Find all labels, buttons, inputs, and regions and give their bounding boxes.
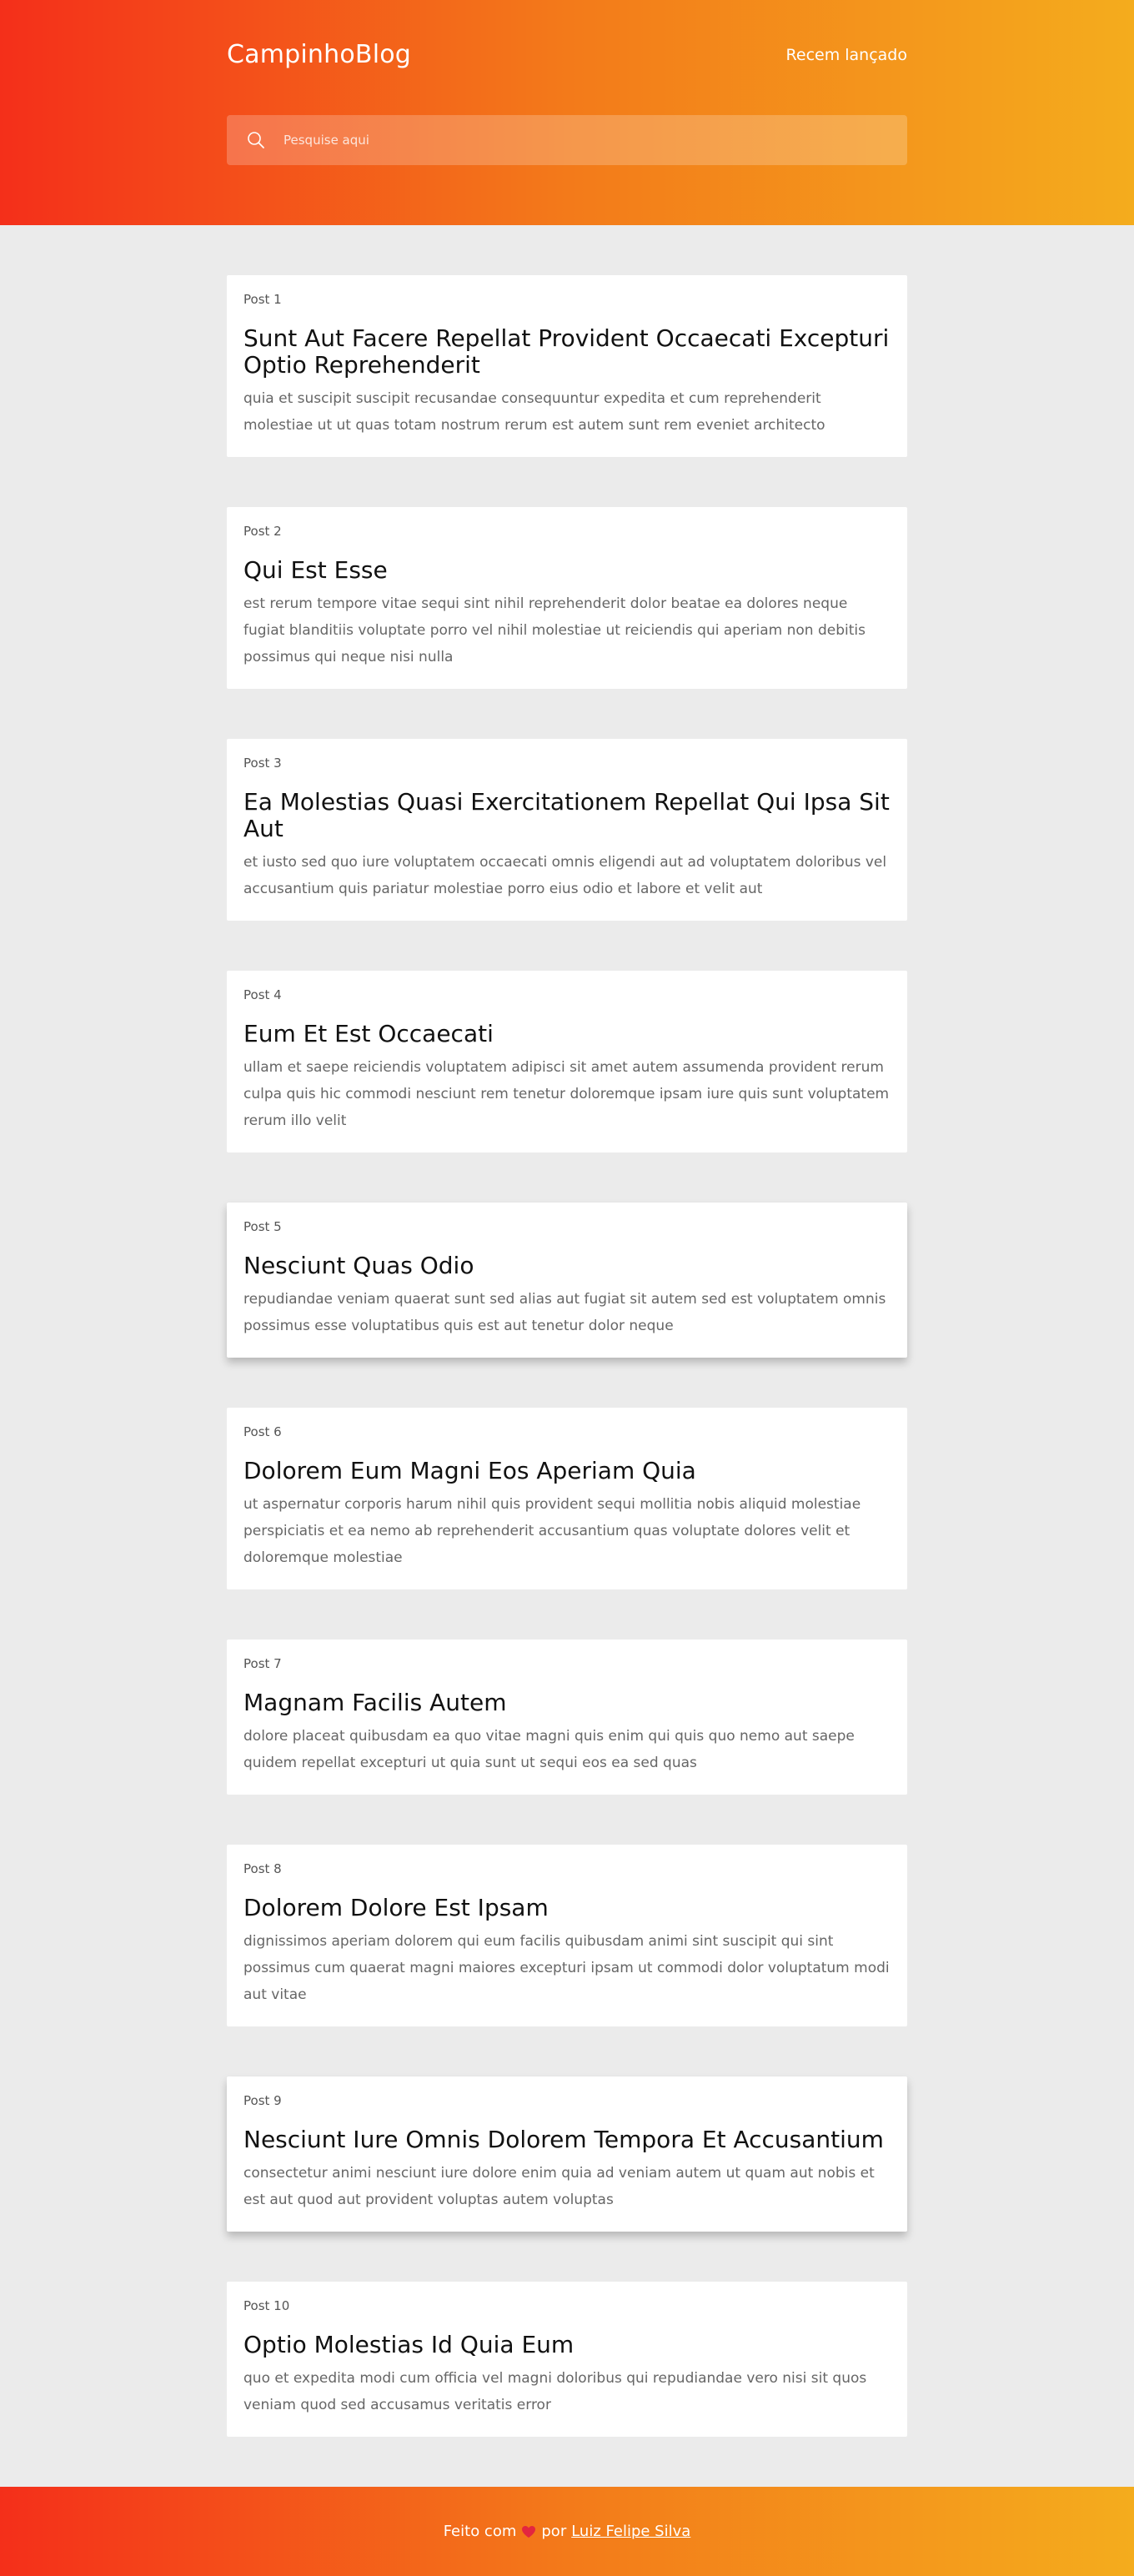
post-title[interactable]: Dolorem Eum Magni Eos Aperiam Quia bbox=[243, 1458, 891, 1484]
post-body: ullam et saepe reiciendis voluptatem adi… bbox=[243, 1059, 890, 1129]
post-card[interactable]: Post 3 Ea Molestias Quasi Exercitationem… bbox=[227, 739, 907, 921]
post-card[interactable]: Post 1 Sunt Aut Facere Repellat Providen… bbox=[227, 275, 907, 457]
header-container: CampinhoBlog Recem lançado bbox=[227, 0, 907, 165]
post-number: Post 3 bbox=[243, 756, 282, 771]
site-footer: Feito com por Luiz Felipe Silva bbox=[0, 2487, 1134, 2576]
post-title[interactable]: Magnam Facilis Autem bbox=[243, 1690, 891, 1716]
post-number: Post 5 bbox=[243, 1219, 282, 1234]
post-number: Post 9 bbox=[243, 2093, 282, 2108]
post-body: ut aspernatur corporis harum nihil quis … bbox=[243, 1496, 861, 1566]
post-card[interactable]: Post 2 Qui Est Esse est rerum tempore vi… bbox=[227, 507, 907, 689]
post-title[interactable]: Dolorem Dolore Est Ipsam bbox=[243, 1895, 891, 1921]
post-list: Post 1 Sunt Aut Facere Repellat Providen… bbox=[227, 225, 907, 2487]
top-bar: CampinhoBlog Recem lançado bbox=[227, 0, 907, 69]
brand-logo[interactable]: CampinhoBlog bbox=[227, 40, 411, 69]
post-card[interactable]: Post 10 Optio Molestias Id Quia Eum quo … bbox=[227, 2282, 907, 2437]
footer-by: por bbox=[541, 2523, 567, 2540]
post-title[interactable]: Ea Molestias Quasi Exercitationem Repell… bbox=[243, 789, 891, 842]
heart-icon bbox=[521, 2525, 536, 2538]
post-body: dolore placeat quibusdam ea quo vitae ma… bbox=[243, 1728, 855, 1771]
post-title[interactable]: Nesciunt Quas Odio bbox=[243, 1253, 891, 1279]
footer-made-with: Feito com bbox=[443, 2523, 517, 2540]
site-header: CampinhoBlog Recem lançado bbox=[0, 0, 1134, 225]
post-number: Post 2 bbox=[243, 524, 282, 539]
post-body: repudiandae veniam quaerat sunt sed alia… bbox=[243, 1291, 886, 1334]
post-card[interactable]: Post 8 Dolorem Dolore Est Ipsam dignissi… bbox=[227, 1845, 907, 2026]
post-card[interactable]: Post 6 Dolorem Eum Magni Eos Aperiam Qui… bbox=[227, 1408, 907, 1589]
post-title[interactable]: Nesciunt Iure Omnis Dolorem Tempora Et A… bbox=[243, 2127, 891, 2153]
post-title[interactable]: Sunt Aut Facere Repellat Provident Occae… bbox=[243, 325, 891, 379]
post-number: Post 10 bbox=[243, 2298, 290, 2313]
post-number: Post 6 bbox=[243, 1424, 282, 1439]
post-card[interactable]: Post 9 Nesciunt Iure Omnis Dolorem Tempo… bbox=[227, 2076, 907, 2232]
post-body: et iusto sed quo iure voluptatem occaeca… bbox=[243, 854, 887, 897]
post-number: Post 8 bbox=[243, 1861, 282, 1876]
post-number: Post 4 bbox=[243, 987, 282, 1002]
search-icon bbox=[247, 131, 265, 149]
post-card[interactable]: Post 7 Magnam Facilis Autem dolore place… bbox=[227, 1640, 907, 1795]
post-number: Post 7 bbox=[243, 1656, 282, 1671]
post-title[interactable]: Optio Molestias Id Quia Eum bbox=[243, 2332, 891, 2358]
post-body: dignissimos aperiam dolorem qui eum faci… bbox=[243, 1933, 890, 2003]
post-body: quo et expedita modi cum officia vel mag… bbox=[243, 2370, 867, 2413]
post-card[interactable]: Post 4 Eum Et Est Occaecati ullam et sae… bbox=[227, 971, 907, 1152]
post-title[interactable]: Qui Est Esse bbox=[243, 557, 891, 584]
search-input[interactable] bbox=[284, 133, 867, 148]
post-card[interactable]: Post 5 Nesciunt Quas Odio repudiandae ve… bbox=[227, 1203, 907, 1358]
post-body: consectetur animi nesciunt iure dolore e… bbox=[243, 2165, 875, 2208]
author-link[interactable]: Luiz Felipe Silva bbox=[571, 2523, 690, 2540]
post-body: est rerum tempore vitae sequi sint nihil… bbox=[243, 595, 866, 665]
post-number: Post 1 bbox=[243, 292, 282, 307]
nav-link-recent[interactable]: Recem lançado bbox=[786, 46, 907, 64]
post-title[interactable]: Eum Et Est Occaecati bbox=[243, 1021, 891, 1047]
post-body: quia et suscipit suscipit recusandae con… bbox=[243, 390, 825, 434]
search-bar[interactable] bbox=[227, 115, 907, 165]
